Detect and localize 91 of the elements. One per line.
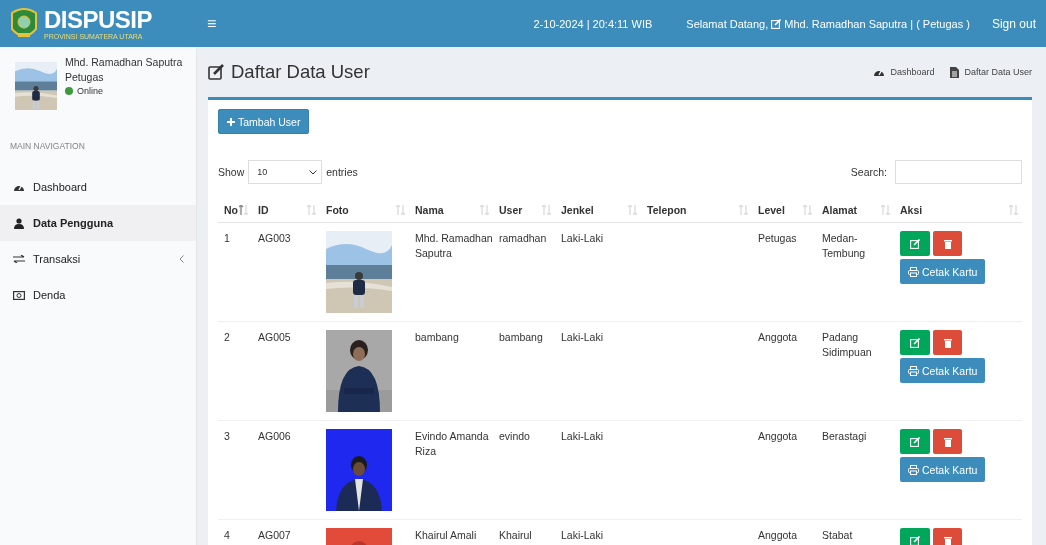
table-cell: bambang: [415, 331, 459, 343]
edit-button[interactable]: [900, 231, 930, 256]
nav-heading: MAIN NAVIGATION: [9, 140, 86, 153]
trash-icon: [943, 238, 952, 249]
table-cell: AG007: [258, 529, 291, 541]
delete-button[interactable]: [933, 231, 962, 256]
menu-icon[interactable]: ≡: [207, 14, 217, 33]
table-cell: Evindo Amanda Riza: [415, 430, 489, 458]
column-header[interactable]: Level: [758, 204, 785, 216]
printer-icon: [908, 365, 919, 376]
edit-button[interactable]: [900, 429, 930, 454]
column-header[interactable]: Aksi: [900, 204, 923, 216]
column-header[interactable]: ID: [258, 204, 269, 216]
table-cell: Anggota: [758, 331, 798, 343]
breadcrumb-link[interactable]: Daftar Data User: [964, 67, 1032, 77]
table-cell: bambang: [499, 331, 543, 343]
date-time: 2-10-2024 | 20:4:11 WIB: [533, 17, 653, 30]
table-cell: 4: [224, 529, 230, 541]
plus-icon: [227, 117, 235, 126]
breadcrumb-link[interactable]: Dashboard: [890, 67, 935, 77]
trash-icon: [943, 337, 952, 348]
user-role: Petugas: [65, 71, 105, 83]
edit-icon: [208, 64, 225, 80]
nav-item[interactable]: Data Pengguna: [0, 205, 196, 241]
document-icon: [950, 66, 960, 78]
user-info: Mhd. Ramadhan Saputra | ( Petugas ): [784, 17, 970, 30]
table-cell: Khairul Amali: [415, 529, 477, 541]
column-header[interactable]: Alamat: [822, 204, 857, 216]
table-cell: Berastagi: [822, 430, 867, 442]
edit-icon: [771, 18, 782, 29]
table-cell: Laki-Laki: [561, 331, 604, 343]
delete-button[interactable]: [933, 330, 962, 355]
column-header[interactable]: Jenkel: [561, 204, 594, 216]
user-name: Mhd. Ramadhan Saputra: [65, 56, 183, 68]
table-cell: Anggota: [758, 430, 798, 442]
edit-button[interactable]: [900, 330, 930, 355]
column-header[interactable]: Nama: [415, 204, 444, 216]
table-cell: 2: [224, 331, 230, 343]
printer-icon: [908, 464, 919, 475]
search-label: Search:: [850, 166, 887, 178]
page-title: Daftar Data User: [231, 61, 370, 83]
entries-label: entries: [326, 166, 358, 178]
gauge-icon: [873, 67, 886, 77]
arrows-icon: [12, 255, 25, 263]
edit-icon: [910, 436, 920, 447]
table-cell: Medan-Tembung: [822, 232, 866, 260]
table-cell: AG005: [258, 331, 291, 343]
sort-icon[interactable]: [239, 205, 248, 215]
table-cell: Khairul: [499, 529, 532, 541]
table-cell: AG003: [258, 232, 291, 244]
table-cell: Padang Sidimpuan: [822, 331, 872, 359]
column-header[interactable]: User: [499, 204, 523, 216]
caret-icon: [309, 169, 318, 175]
column-header[interactable]: No: [224, 204, 238, 216]
table-cell: ramadhan: [499, 232, 547, 244]
print-card-button[interactable]: Cetak Kartu: [900, 358, 986, 383]
print-card-button[interactable]: Cetak Kartu: [900, 457, 986, 482]
nav-item[interactable]: Denda: [0, 277, 196, 313]
show-label: Show: [218, 166, 245, 178]
table-cell: Anggota: [758, 529, 798, 541]
trash-icon: [943, 535, 952, 545]
search-field[interactable]: [895, 160, 1022, 184]
nav-item[interactable]: Dashboard: [0, 169, 196, 205]
table-cell: Laki-Laki: [561, 232, 604, 244]
printer-icon: [908, 266, 919, 277]
status-text: Online: [77, 86, 103, 96]
column-header[interactable]: Foto: [326, 204, 349, 216]
sign-out-link[interactable]: Sign out: [991, 16, 1036, 31]
add-user-button[interactable]: Tambah User: [218, 109, 310, 134]
table-cell: Stabat: [822, 529, 853, 541]
delete-button[interactable]: [933, 429, 962, 454]
nav-item[interactable]: Transaksi: [0, 241, 196, 277]
edit-icon: [910, 238, 920, 249]
banknote-icon: [12, 290, 25, 300]
trash-icon: [943, 436, 952, 447]
user-icon: [13, 217, 24, 229]
table-cell: Laki-Laki: [561, 430, 604, 442]
table-cell: 3: [224, 430, 230, 442]
print-card-button[interactable]: Cetak Kartu: [900, 259, 986, 284]
table-cell: AG006: [258, 430, 291, 442]
entries-select[interactable]: 10: [248, 160, 323, 184]
table-cell: 1: [224, 232, 230, 244]
welcome-text: Selamat Datang,: [686, 17, 769, 30]
table-cell: Laki-Laki: [561, 529, 604, 541]
table-cell: evindo: [499, 430, 530, 442]
brand-title: DISPUSIP: [44, 7, 153, 32]
table-cell: Petugas: [758, 232, 797, 244]
edit-icon: [910, 337, 920, 348]
table-cell: Mhd. Ramadhan Saputra: [415, 232, 493, 260]
edit-icon: [910, 535, 920, 545]
column-header[interactable]: Telepon: [647, 204, 687, 216]
